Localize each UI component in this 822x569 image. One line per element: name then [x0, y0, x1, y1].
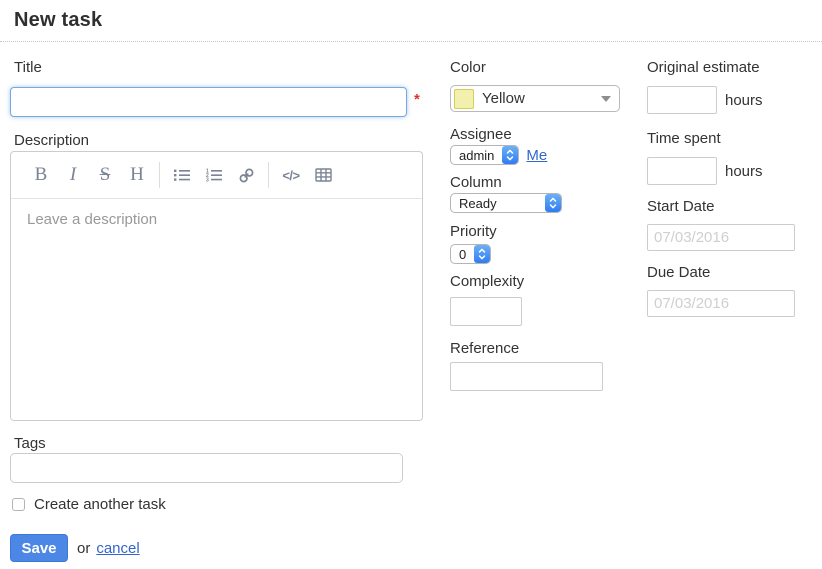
svg-text:3: 3	[206, 177, 209, 182]
form-actions: Save or cancel	[10, 534, 423, 562]
time-spent-label: Time spent	[647, 129, 822, 149]
priority-label: Priority	[450, 222, 650, 242]
select-stepper-icon	[502, 146, 518, 164]
original-estimate-input[interactable]	[647, 86, 717, 114]
hours-suffix: hours	[725, 163, 763, 180]
reference-label: Reference	[450, 339, 650, 359]
title-label: Title	[10, 58, 423, 78]
code-icon: </>	[282, 168, 299, 183]
description-textarea[interactable]	[11, 199, 422, 421]
italic-icon: I	[70, 164, 76, 186]
tags-label: Tags	[10, 435, 423, 453]
start-date-input[interactable]	[647, 224, 795, 251]
page-title: New task	[14, 9, 822, 32]
priority-select[interactable]: 0	[450, 244, 491, 264]
strikethrough-icon: S	[100, 164, 111, 186]
column-select[interactable]: Ready	[450, 193, 562, 213]
column-value: Ready	[451, 194, 545, 212]
unordered-list-icon	[173, 168, 191, 182]
column-row: Ready	[450, 193, 650, 213]
link-button[interactable]	[230, 159, 262, 191]
ordered-list-icon: 123	[205, 168, 223, 182]
new-task-page: New task Title * Description B I S H	[0, 0, 822, 569]
tags-input[interactable]	[10, 453, 403, 483]
strikethrough-button[interactable]: S	[89, 159, 121, 191]
code-button[interactable]: </>	[275, 159, 307, 191]
time-spent-row: hours	[647, 157, 822, 185]
dropdown-arrow-icon	[601, 96, 611, 102]
select-stepper-icon	[545, 194, 561, 212]
save-button[interactable]: Save	[10, 534, 68, 562]
table-button[interactable]	[307, 159, 339, 191]
required-asterisk: *	[414, 91, 420, 108]
unordered-list-button[interactable]	[166, 159, 198, 191]
form-column-right: Original estimate hours Time spent hours…	[647, 58, 822, 329]
color-label: Color	[450, 58, 650, 78]
due-date-input[interactable]	[647, 290, 795, 317]
time-spent-input[interactable]	[647, 157, 717, 185]
toolbar-divider	[268, 162, 269, 188]
title-row: *	[10, 87, 423, 117]
markdown-editor: B I S H	[10, 151, 423, 421]
original-estimate-label: Original estimate	[647, 58, 822, 78]
cancel-link[interactable]: cancel	[96, 540, 139, 557]
assignee-label: Assignee	[450, 125, 650, 145]
page-header: New task	[0, 0, 822, 42]
due-date-label: Due Date	[647, 263, 822, 283]
priority-value: 0	[451, 245, 474, 263]
color-value: Yellow	[482, 90, 601, 107]
create-another-label: Create another task	[34, 496, 166, 513]
or-text: or	[77, 540, 90, 557]
complexity-input[interactable]	[450, 297, 522, 326]
form-column-left: Title * Description B I S H	[10, 58, 423, 562]
priority-row: 0	[450, 244, 650, 264]
title-input[interactable]	[10, 87, 407, 117]
heading-icon: H	[130, 164, 144, 186]
assignee-row: admin Me	[450, 145, 650, 165]
editor-body	[11, 199, 422, 421]
table-icon	[315, 168, 332, 182]
create-another-row: Create another task	[12, 496, 423, 513]
bold-icon: B	[35, 164, 48, 186]
hours-suffix: hours	[725, 92, 763, 109]
column-label: Column	[450, 173, 650, 193]
select-stepper-icon	[474, 245, 490, 263]
create-another-checkbox[interactable]	[12, 498, 25, 511]
complexity-label: Complexity	[450, 272, 650, 292]
original-estimate-row: hours	[647, 86, 822, 114]
form-column-middle: Color Yellow Assignee admin Me Column Re…	[450, 58, 650, 391]
editor-toolbar: B I S H	[11, 152, 422, 199]
heading-button[interactable]: H	[121, 159, 153, 191]
description-label: Description	[10, 131, 423, 151]
start-date-label: Start Date	[647, 197, 822, 217]
assignee-select[interactable]: admin	[450, 145, 519, 165]
color-swatch-yellow	[454, 89, 474, 109]
assignee-value: admin	[451, 146, 502, 164]
ordered-list-button[interactable]: 123	[198, 159, 230, 191]
reference-input[interactable]	[450, 362, 603, 391]
italic-button[interactable]: I	[57, 159, 89, 191]
assign-me-link[interactable]: Me	[526, 147, 547, 164]
toolbar-divider	[159, 162, 160, 188]
link-icon	[238, 167, 255, 184]
color-select[interactable]: Yellow	[450, 85, 620, 112]
bold-button[interactable]: B	[25, 159, 57, 191]
